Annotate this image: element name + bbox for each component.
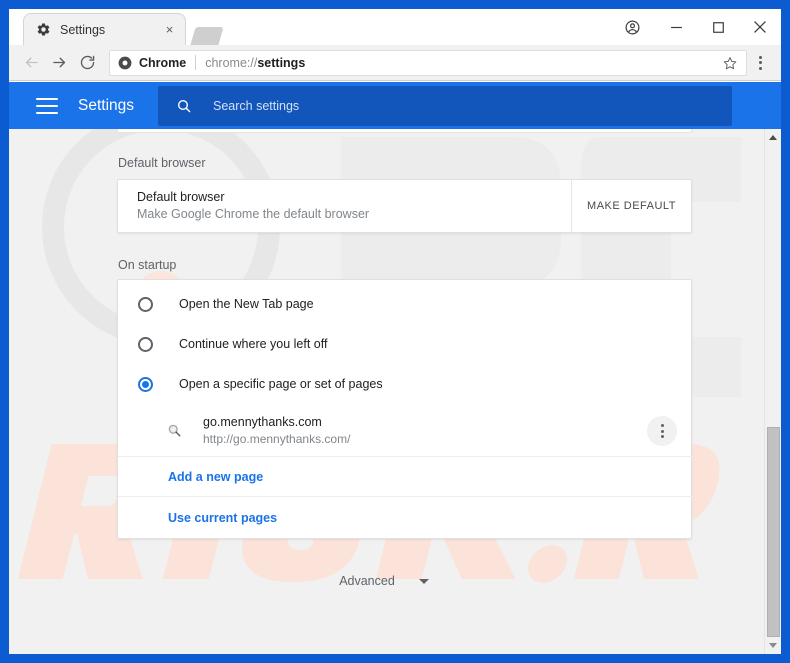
maximize-button[interactable]	[697, 11, 739, 43]
back-arrow-icon[interactable]	[17, 49, 45, 77]
scroll-up-arrow-icon[interactable]	[765, 129, 781, 146]
advanced-label: Advanced	[339, 574, 395, 588]
radio-button-selected[interactable]	[138, 376, 153, 392]
chevron-down-icon	[418, 578, 429, 584]
default-browser-texts: Default browser Make Google Chrome the d…	[137, 189, 369, 223]
scroll-down-arrow-icon[interactable]	[765, 637, 781, 654]
browser-toolbar: Chrome chrome://settings	[9, 45, 781, 81]
radio-button[interactable]	[138, 336, 153, 352]
advanced-toggle[interactable]: Advanced	[9, 566, 759, 596]
scrollbar-thumb[interactable]	[767, 427, 780, 637]
forward-arrow-icon[interactable]	[45, 49, 73, 77]
hamburger-icon[interactable]	[36, 97, 58, 114]
default-browser-subtitle: Make Google Chrome the default browser	[137, 207, 370, 221]
browser-window: Settings × Chrome chrome://settings Sett…	[0, 0, 790, 663]
tab-strip: Settings ×	[9, 9, 781, 45]
omnibox-url-prefix: chrome://	[205, 55, 258, 70]
startup-option-continue[interactable]: Continue where you left off	[118, 324, 693, 364]
address-bar[interactable]: Chrome chrome://settings	[109, 49, 747, 76]
omnibox-divider	[195, 55, 197, 70]
make-default-button[interactable]: MAKE DEFAULT	[571, 180, 691, 232]
startup-page-url: http://go.mennythanks.com/	[203, 431, 351, 446]
omnibox-url-path: settings	[257, 55, 306, 70]
browser-window-inner: Settings × Chrome chrome://settings Sett…	[9, 9, 781, 654]
minimize-button[interactable]	[655, 11, 697, 43]
three-dot-menu-icon[interactable]	[747, 49, 773, 77]
search-placeholder: Search settings	[213, 98, 300, 113]
magnifier-icon	[166, 423, 182, 439]
settings-content: Default browser Default browser Make Goo…	[9, 129, 781, 654]
star-icon[interactable]	[720, 53, 740, 73]
startup-page-texts: go.mennythanks.com http://go.mennythanks…	[203, 414, 350, 448]
close-icon[interactable]: ×	[162, 22, 177, 37]
tab-title: Settings	[60, 22, 106, 37]
omnibox-scheme-label: Chrome	[139, 55, 187, 70]
startup-option-label: Continue where you left off	[179, 337, 328, 351]
new-tab-button[interactable]	[190, 27, 224, 45]
omnibox-url[interactable]: chrome://settings	[205, 56, 720, 70]
add-new-page-link[interactable]: Add a new page	[168, 470, 263, 484]
gear-icon	[35, 22, 51, 38]
settings-header: Settings Search settings	[9, 82, 781, 129]
chrome-icon	[118, 56, 132, 70]
search-icon	[175, 97, 193, 115]
profile-icon[interactable]	[609, 11, 655, 43]
use-current-pages-row[interactable]: Use current pages	[118, 498, 693, 538]
section-label-on-startup: On startup	[118, 258, 177, 272]
page-title: Settings	[78, 96, 135, 114]
scrolled-card-stub	[117, 129, 692, 133]
startup-option-label: Open a specific page or set of pages	[179, 377, 383, 391]
startup-page-item: go.mennythanks.com http://go.mennythanks…	[118, 405, 693, 457]
window-controls	[609, 9, 781, 45]
reload-icon[interactable]	[73, 49, 101, 77]
use-current-pages-link[interactable]: Use current pages	[168, 511, 277, 525]
section-label-default-browser: Default browser	[118, 156, 206, 170]
default-browser-card: Default browser Make Google Chrome the d…	[117, 179, 692, 233]
startup-option-label: Open the New Tab page	[179, 297, 314, 311]
radio-button[interactable]	[138, 296, 153, 312]
default-browser-title: Default browser	[137, 190, 225, 204]
three-dot-menu-icon[interactable]	[647, 416, 677, 446]
search-input[interactable]: Search settings	[158, 85, 733, 126]
scrollbar[interactable]	[764, 129, 781, 654]
startup-page-name: go.mennythanks.com	[203, 414, 322, 429]
browser-tab-settings[interactable]: Settings ×	[23, 13, 186, 45]
default-browser-row: Default browser Make Google Chrome the d…	[118, 180, 691, 232]
startup-option-specific-pages[interactable]: Open a specific page or set of pages	[118, 364, 693, 404]
close-window-button[interactable]	[739, 11, 781, 43]
on-startup-card: Open the New Tab page Continue where you…	[117, 279, 693, 539]
add-new-page-row[interactable]: Add a new page	[118, 457, 693, 497]
startup-option-new-tab[interactable]: Open the New Tab page	[118, 284, 693, 324]
